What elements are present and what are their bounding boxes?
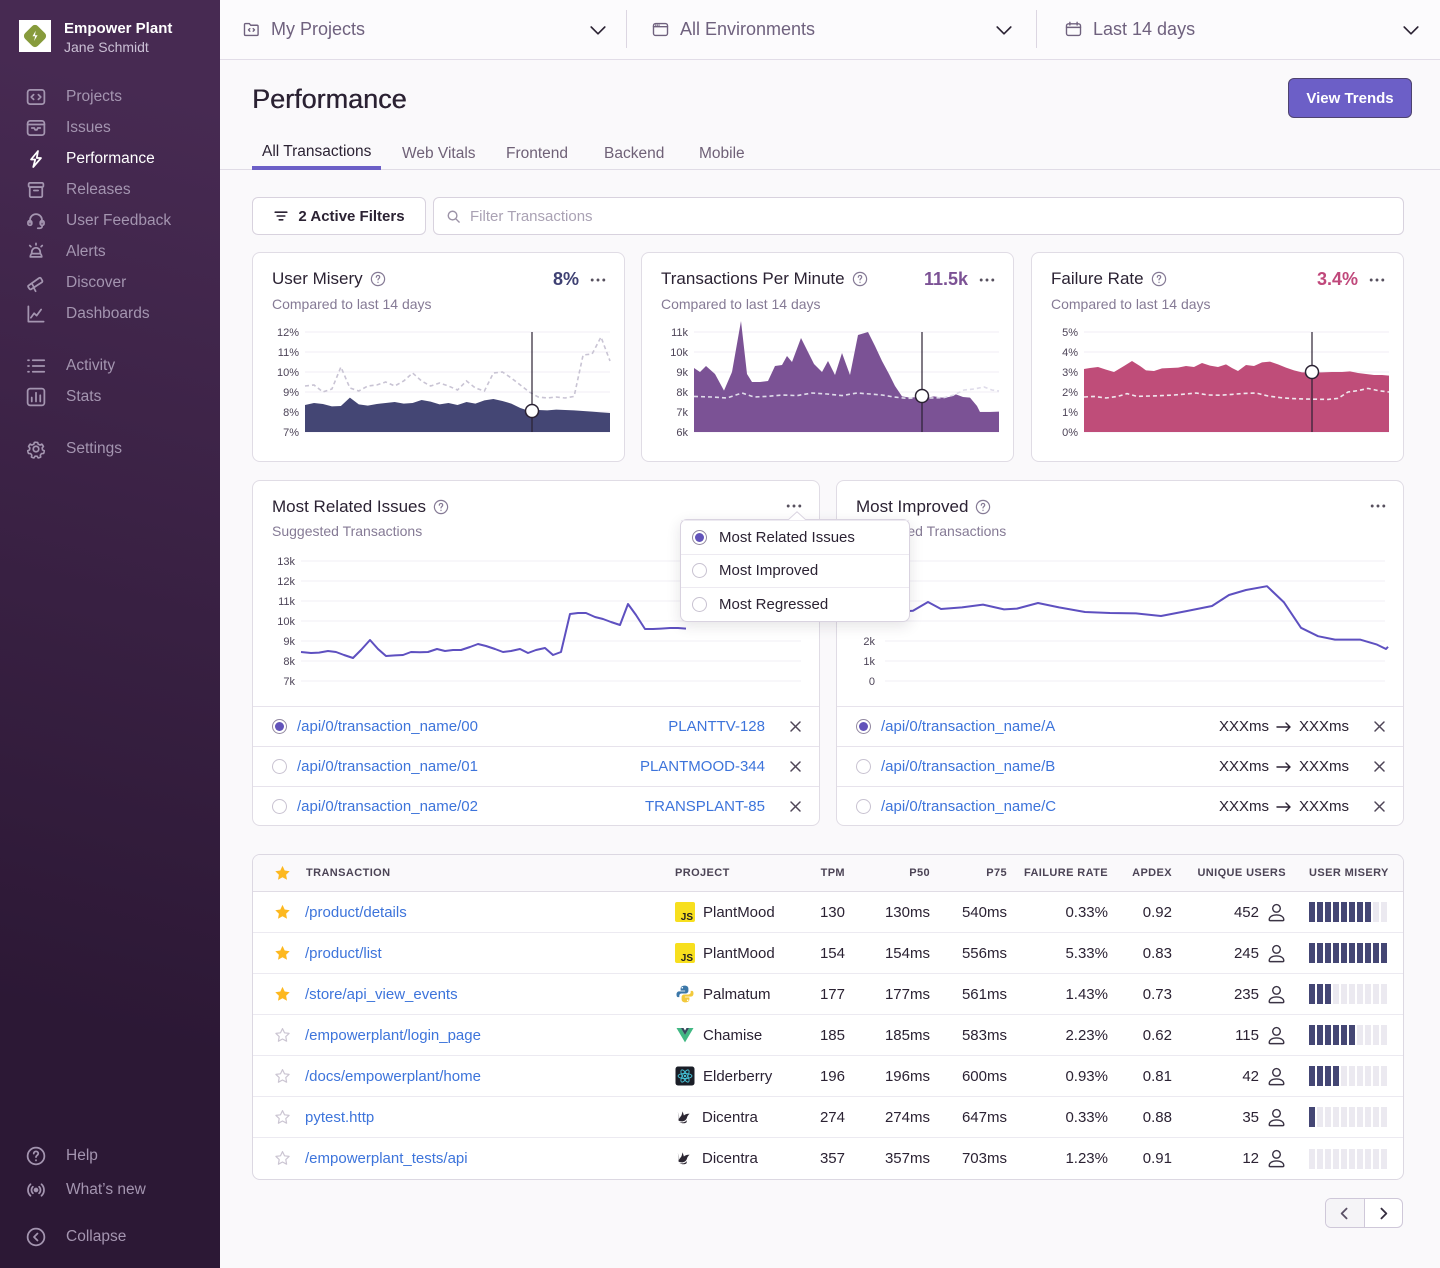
svg-text:9k: 9k [283,636,295,648]
svg-text:11k: 11k [278,596,295,608]
svg-text:7k: 7k [676,407,688,419]
svg-text:8k: 8k [676,387,688,399]
svg-text:0%: 0% [1062,427,1078,439]
svg-text:2k: 2k [863,636,875,648]
svg-text:8%: 8% [283,407,299,419]
svg-text:11%: 11% [278,347,299,359]
svg-text:9%: 9% [283,387,299,399]
svg-text:2%: 2% [1062,387,1078,399]
svg-text:1k: 1k [863,656,875,668]
svg-text:4%: 4% [1062,347,1078,359]
svg-text:1%: 1% [1062,407,1078,419]
svg-text:6k: 6k [676,427,688,439]
svg-text:7k: 7k [283,676,295,688]
svg-text:10k: 10k [670,347,688,359]
svg-text:5%: 5% [1062,327,1078,339]
svg-text:8k: 8k [283,656,295,668]
svg-text:3%: 3% [1062,367,1078,379]
svg-text:12k: 12k [277,576,295,588]
svg-text:10k: 10k [277,616,295,628]
svg-text:12%: 12% [277,327,299,339]
svg-text:0: 0 [869,676,875,688]
svg-text:13k: 13k [277,556,295,568]
svg-text:11k: 11k [671,327,688,339]
svg-text:7%: 7% [283,427,299,439]
svg-text:10%: 10% [277,367,299,379]
svg-text:9k: 9k [676,367,688,379]
